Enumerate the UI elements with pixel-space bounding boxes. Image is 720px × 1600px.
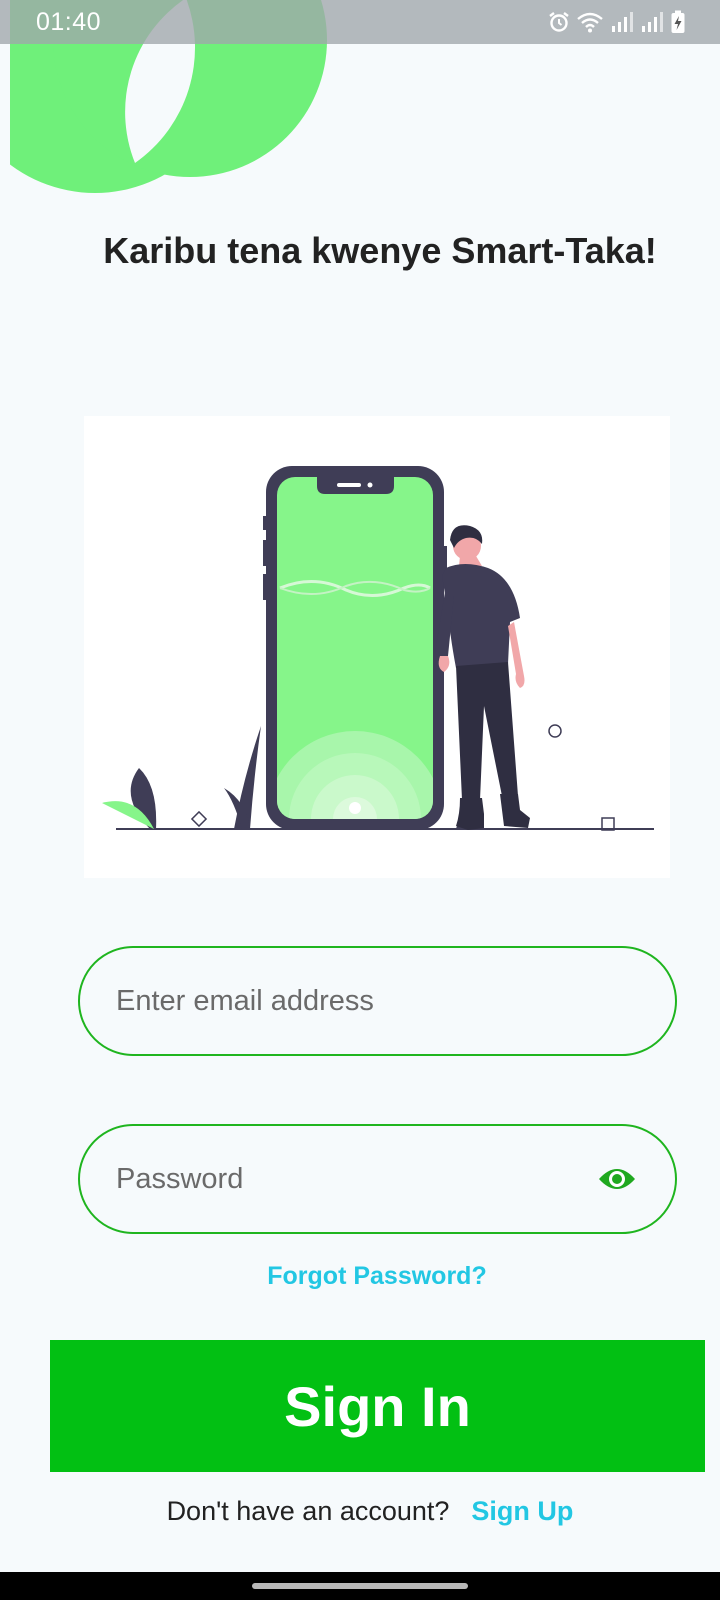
wifi-icon: [577, 12, 603, 33]
login-screen: 01:40 Karibu tena kwenye Smart-Taka! Ent…: [0, 0, 720, 1600]
status-icons: [548, 10, 686, 34]
forgot-password-link[interactable]: Forgot Password?: [0, 1262, 720, 1291]
password-field[interactable]: [78, 1124, 677, 1234]
email-input[interactable]: [116, 984, 637, 1018]
sign-in-button[interactable]: Sign In: [50, 1340, 705, 1472]
home-indicator[interactable]: [252, 1583, 468, 1589]
alarm-icon: [549, 12, 569, 32]
eye-icon[interactable]: [597, 1165, 637, 1193]
email-field[interactable]: [78, 946, 677, 1056]
sign-up-link[interactable]: Sign Up: [471, 1496, 573, 1527]
page-title: Karibu tena kwenye Smart-Taka!: [103, 230, 657, 271]
password-input[interactable]: [116, 1162, 597, 1196]
signal-icon: [642, 12, 663, 32]
signup-prompt: Don't have an account?: [166, 1496, 450, 1526]
battery-charging-icon: [671, 10, 685, 33]
status-bar: 01:40: [0, 0, 720, 44]
signup-row: Don't have an account? Sign Up: [0, 1496, 720, 1527]
status-time: 01:40: [36, 7, 102, 36]
hero-illustration: [84, 416, 670, 878]
navigation-bar: [0, 1572, 720, 1600]
signal-icon: [612, 12, 633, 32]
